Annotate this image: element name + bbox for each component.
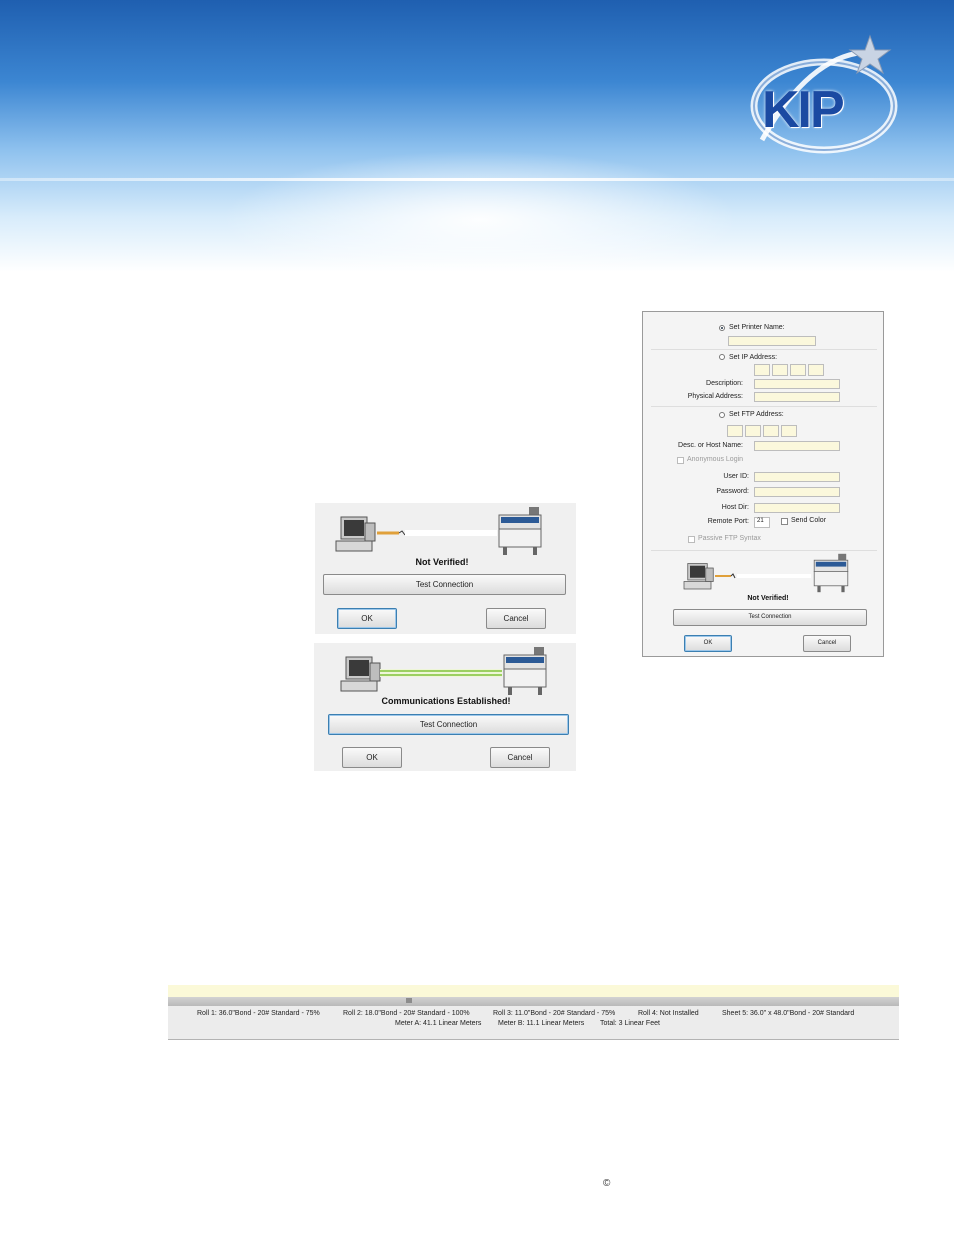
description-label: Description: [706,380,743,387]
computer-icon [335,516,376,552]
meter-a: Meter A: 41.1 Linear Meters [395,1020,482,1027]
divider [651,550,877,551]
description-input[interactable] [754,379,840,389]
host-name-input[interactable] [754,441,840,451]
user-id-label: User ID: [723,473,749,480]
set-ftp-address-radio[interactable] [719,412,725,418]
meter-b: Meter B: 11.1 Linear Meters [498,1020,585,1027]
roll-3-status: Roll 3: 11.0"Bond - 20# Standard - 75% [493,1010,616,1017]
printer-settings-panel: Set Printer Name: Set IP Address: Descri… [642,311,884,657]
ftp-octet-4-input[interactable] [781,425,797,437]
ip-octet-3-input[interactable] [790,364,806,376]
anonymous-login-label: Anonymous Login [687,456,744,463]
divider [651,406,877,407]
splitter-handle-icon[interactable] [406,998,412,1003]
roll-2-status: Roll 2: 18.0"Bond - 20# Standard - 100% [343,1010,470,1017]
test-connection-button[interactable]: Test Connection [328,714,569,735]
set-printer-name-label: Set Printer Name: [729,324,785,331]
connection-status: Not Verified! [747,595,789,602]
remote-port-label: Remote Port: [707,518,749,525]
connection-status: Not Verified! [415,557,469,567]
test-connection-button[interactable]: Test Connection [323,574,566,595]
ip-octet-4-input[interactable] [808,364,824,376]
banner-glow [220,150,740,290]
physical-address-label: Physical Address: [687,393,743,400]
host-dir-label: Host Dir: [721,504,749,511]
ip-octet-1-input[interactable] [754,364,770,376]
total-meter: Total: 3 Linear Feet [600,1020,660,1027]
status-bar-body: Roll 1: 36.0"Bond - 20# Standard - 75% R… [168,1006,899,1040]
test-connection-button[interactable]: Test Connection [673,609,867,626]
computer-icon [340,656,381,692]
banner-divider [0,178,954,181]
anonymous-login-checkbox[interactable] [677,457,684,464]
printer-icon [498,507,542,555]
printer-icon [503,647,547,695]
divider [651,349,877,350]
passive-ftp-syntax-checkbox[interactable] [688,536,695,543]
send-color-checkbox[interactable] [781,518,788,525]
ftp-octet-2-input[interactable] [745,425,761,437]
ftp-octet-3-input[interactable] [763,425,779,437]
ok-button[interactable]: OK [684,635,732,652]
ip-octet-2-input[interactable] [772,364,788,376]
printer-status-bar: Roll 1: 36.0"Bond - 20# Standard - 75% R… [168,985,899,1040]
printer-icon [813,553,849,593]
status-bar-splitter[interactable] [168,997,899,1006]
status-bar-top [168,985,899,997]
ok-button[interactable]: OK [337,608,397,629]
copyright-symbol: © [603,1178,611,1189]
cable-connected-icon [380,669,502,677]
cable-broken-icon [715,573,811,579]
cancel-button[interactable]: Cancel [486,608,546,629]
roll-1-status: Roll 1: 36.0"Bond - 20# Standard - 75% [197,1010,320,1017]
connection-status: Communications Established! [381,696,511,706]
user-id-input[interactable] [754,472,840,482]
cable-broken-icon [377,530,497,536]
connection-dialog-established: Communications Established! Test Connect… [314,643,576,771]
sheet-5-status: Sheet 5: 36.0" x 48.0"Bond - 20# Standar… [722,1010,855,1017]
cancel-button[interactable]: Cancel [490,747,550,768]
set-ip-address-radio[interactable] [719,354,725,360]
desc-or-host-name-label: Desc. or Host Name: [678,442,743,449]
remote-port-input[interactable]: 21 [754,517,770,528]
passive-ftp-syntax-label: Passive FTP Syntax [698,535,761,542]
cancel-button[interactable]: Cancel [803,635,851,652]
physical-address-input[interactable] [754,392,840,402]
set-ip-address-label: Set IP Address: [729,354,778,361]
kip-logo: KIP [762,81,845,139]
set-ftp-address-label: Set FTP Address: [729,411,784,418]
ok-button[interactable]: OK [342,747,402,768]
set-printer-name-radio[interactable] [719,325,725,331]
send-color-label: Send Color [791,517,827,524]
password-label: Password: [716,488,749,495]
roll-4-status: Roll 4: Not Installed [638,1010,699,1017]
host-dir-input[interactable] [754,503,840,513]
connection-dialog-not-verified: Not Verified! Test Connection OK Cancel [315,503,576,634]
ftp-octet-1-input[interactable] [727,425,743,437]
computer-icon [683,563,714,590]
printer-name-input[interactable] [728,336,816,346]
password-input[interactable] [754,487,840,497]
